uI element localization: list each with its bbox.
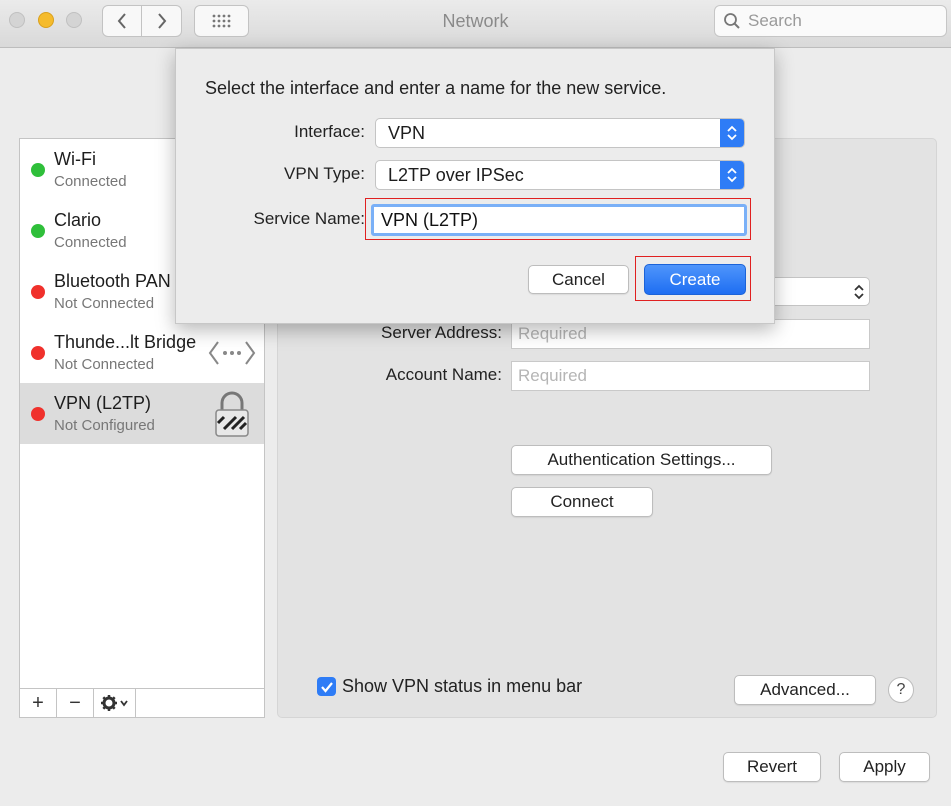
server-address-label: Server Address: [381,323,502,342]
interface-value: VPN [388,122,426,143]
connect-button[interactable]: Connect [511,487,653,517]
vpn-type-popup[interactable]: L2TP over IPSec [375,160,745,190]
service-name-label: Service Name: [253,209,365,228]
service-item-thunderbolt-bridge[interactable]: Thunde...lt Bridge Not Connected [20,322,264,383]
service-status: Connected [54,234,127,251]
service-status: Not Connected [54,356,155,373]
server-address-placeholder: Required [518,324,587,343]
popup-arrows [720,161,744,189]
popup-arrows [720,119,744,147]
chevron-updown-icon [854,284,864,300]
checkmark-icon [320,681,333,693]
apply-button[interactable]: Apply [839,752,930,782]
question-icon: ? [896,681,906,698]
service-name: Thunde...lt Bridge [54,332,197,352]
chevron-updown-icon [727,167,737,183]
revert-button[interactable]: Revert [723,752,821,782]
thunderbolt-bridge-icon [208,341,256,365]
show-vpn-status-checkbox[interactable] [317,677,336,696]
service-name: Wi-Fi [54,149,96,169]
vpn-type-label: VPN Type: [284,164,365,183]
account-name-input[interactable]: Required [511,361,870,391]
service-name-input[interactable]: VPN (L2TP) [371,204,747,236]
status-dot [31,346,45,360]
service-status: Not Configured [54,417,155,434]
show-vpn-status-label: Show VPN status in menu bar [342,676,583,696]
advanced-button[interactable]: Advanced... [734,675,876,705]
service-name: Clario [54,210,102,230]
status-dot [31,407,45,421]
account-name-placeholder: Required [518,366,587,385]
service-name: Bluetooth PAN [54,271,171,291]
service-status: Connected [54,173,127,190]
create-button[interactable]: Create [644,264,746,295]
service-status: Not Connected [54,295,155,312]
chevron-updown-icon [727,125,737,141]
vpn-type-value: L2TP over IPSec [388,164,524,185]
service-name-value: VPN (L2TP) [381,209,479,230]
service-item-vpn-l2tp[interactable]: VPN (L2TP) Not Configured [20,383,264,444]
minus-icon: − [69,691,81,714]
action-menu-button[interactable] [94,689,136,717]
search-icon [724,13,740,29]
remove-service-button[interactable]: − [57,689,94,717]
lock-icon [215,391,249,437]
configuration-popup[interactable] [760,277,870,306]
cancel-button[interactable]: Cancel [528,265,629,294]
help-button[interactable]: ? [888,677,914,703]
gear-icon [100,695,128,711]
add-service-button[interactable]: + [20,689,57,717]
sidebar-toolbar: + − [20,688,264,717]
interface-label: Interface: [294,122,365,141]
plus-icon: + [32,691,44,714]
status-dot [31,163,45,177]
interface-popup[interactable]: VPN [375,118,745,148]
authentication-settings-button[interactable]: Authentication Settings... [511,445,772,475]
search-placeholder: Search [748,11,802,30]
status-dot [31,285,45,299]
service-name: VPN (L2TP) [54,393,152,413]
status-dot [31,224,45,238]
search-field[interactable]: Search [714,5,947,37]
account-name-label: Account Name: [385,365,502,384]
sheet-prompt: Select the interface and enter a name fo… [205,78,667,98]
